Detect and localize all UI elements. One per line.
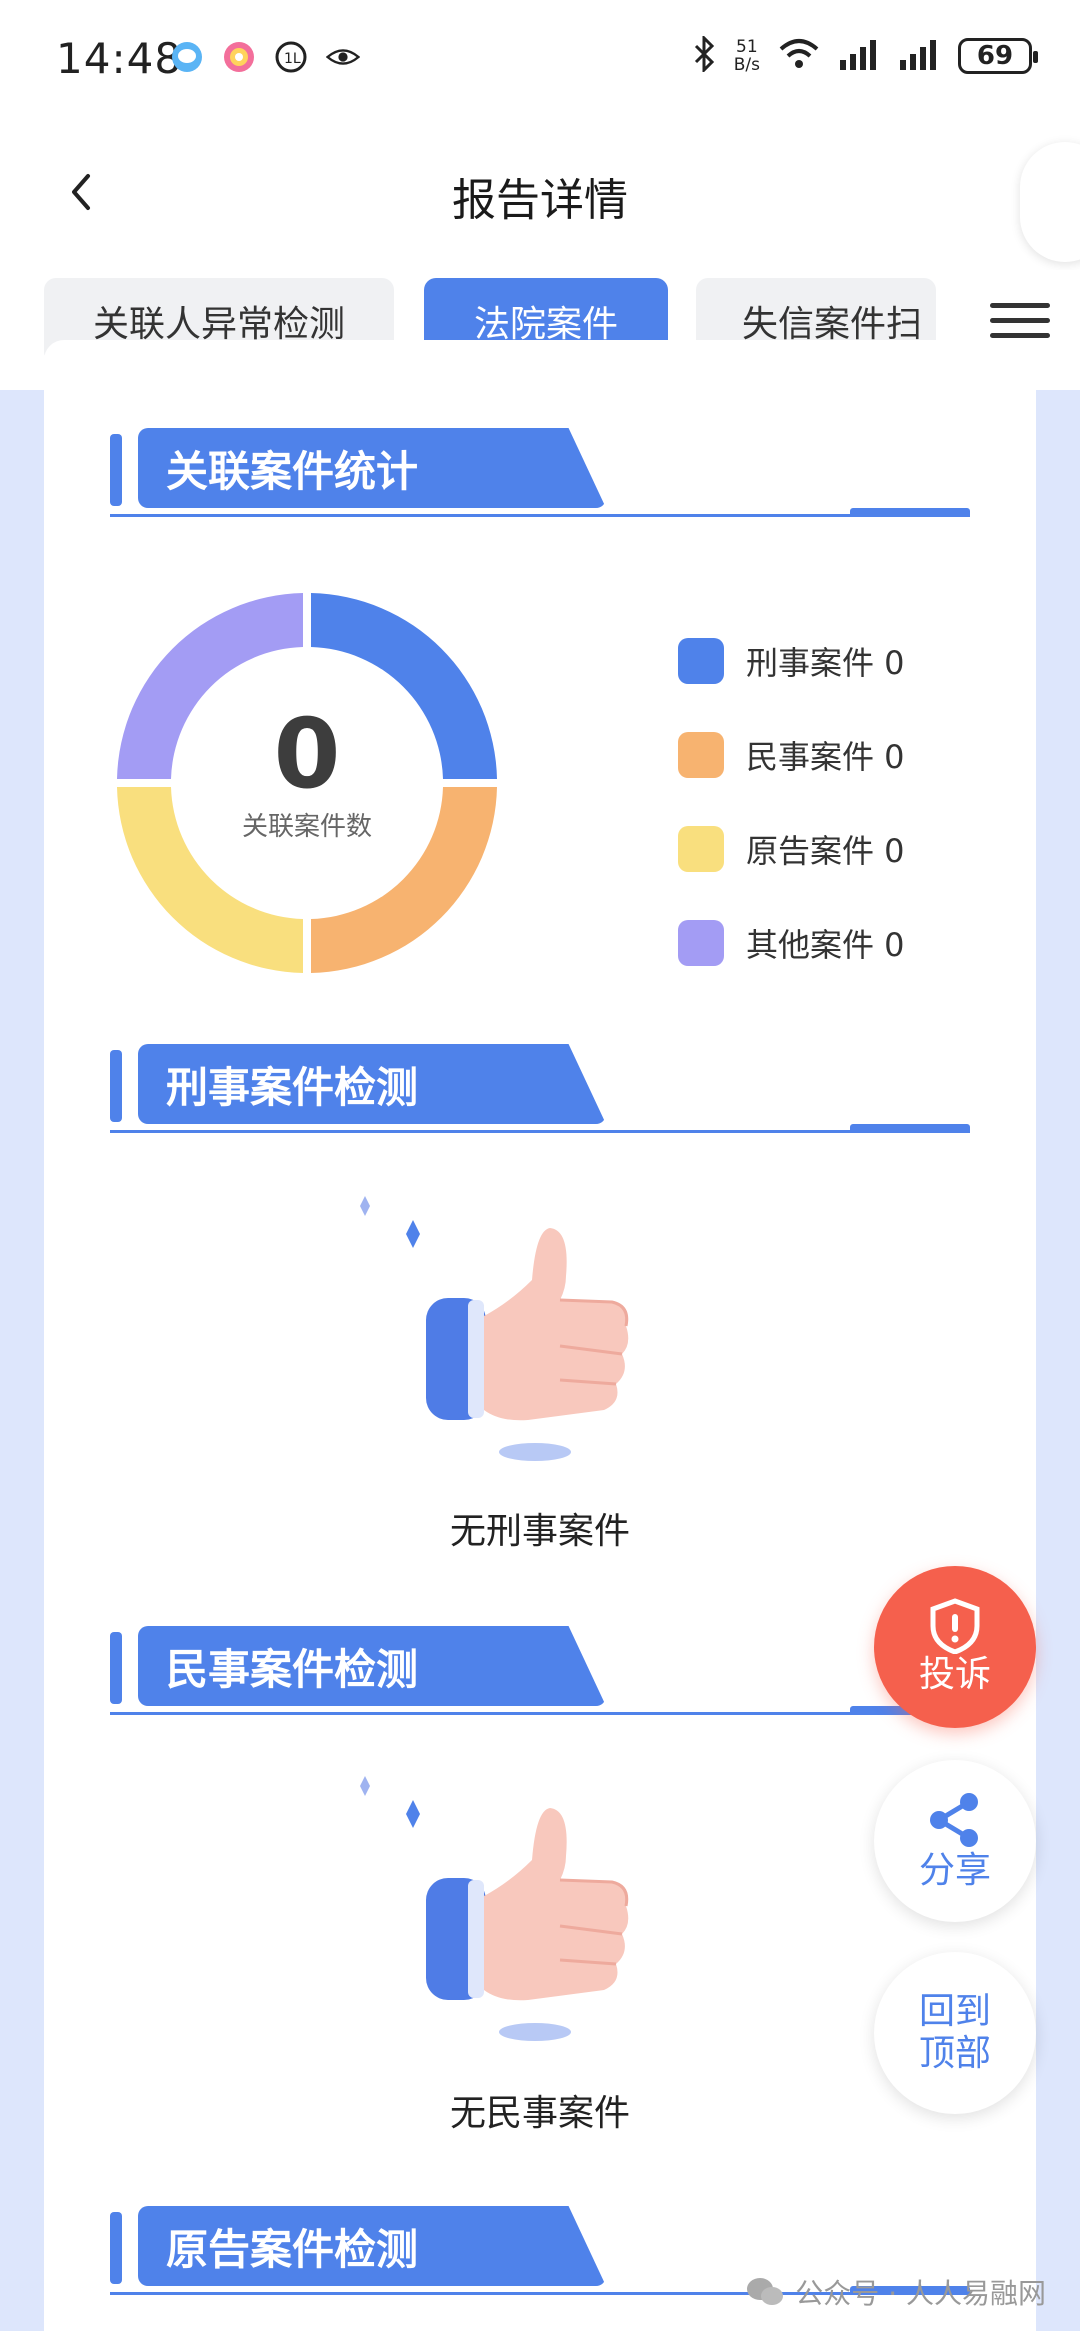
legend-item-criminal: 刑事案件 0 (678, 614, 978, 708)
section-header-criminal: 刑事案件检测 (110, 1044, 970, 1134)
section-title: 关联案件统计 (166, 447, 419, 496)
empty-criminal-text: 无刑事案件 (449, 1511, 630, 1552)
legend-item-plaintiff: 原告案件 0 (678, 802, 978, 896)
page-title: 报告详情 (452, 175, 628, 226)
section-title: 民事案件检测 (166, 1645, 419, 1694)
legend-swatch (678, 826, 724, 872)
thumbs-up-illustration (360, 1776, 660, 2041)
legend-swatch (678, 920, 724, 966)
status-bar: 14:48 1L 51 B/s 69 (0, 0, 1080, 120)
signal-icon-2 (898, 38, 940, 74)
section-title: 原告案件检测 (166, 2225, 419, 2274)
legend-swatch (678, 732, 724, 778)
legend-item-civil: 民事案件 0 (678, 708, 978, 802)
header: 报告详情 (0, 120, 1080, 270)
battery-indicator: 69 (958, 38, 1038, 74)
back-to-top-button[interactable]: 回到 顶部 (874, 1952, 1036, 2114)
net-speed: 51 B/s (733, 37, 760, 75)
chart-legend: 刑事案件 0 民事案件 0 原告案件 0 其他案件 0 (678, 614, 978, 990)
legend-item-other: 其他案件 0 (678, 896, 978, 990)
section-header-civil: 民事案件检测 (110, 1626, 970, 1716)
message-app-icon (170, 40, 204, 74)
eye-icon (326, 40, 360, 74)
bluetooth-icon (692, 34, 716, 76)
timer-app-icon: 1L (274, 40, 308, 74)
signal-icon (838, 38, 880, 74)
total-case-count: 0 (273, 698, 341, 810)
thumbs-up-illustration (360, 1196, 660, 1461)
svg-text:1L: 1L (284, 51, 301, 67)
status-right-icons: 51 B/s 69 (692, 34, 1038, 76)
wechat-icon (747, 2278, 784, 2305)
total-case-label: 关联案件数 (241, 812, 372, 842)
case-donut-chart: 0 关联案件数 (112, 588, 502, 978)
section-title: 刑事案件检测 (166, 1063, 419, 1112)
status-time: 14:48 (56, 34, 183, 83)
watermark: 公众号 · 人人易融网 (745, 2272, 1046, 2312)
share-button[interactable]: 分享 (874, 1760, 1036, 1922)
share-icon (930, 1793, 978, 1847)
shield-alert-icon (930, 1598, 980, 1654)
complaint-button[interactable]: 投诉 (874, 1566, 1036, 1728)
edge-floating-widget[interactable] (1020, 142, 1080, 262)
legend-swatch (678, 638, 724, 684)
section-header-summary: 关联案件统计 (110, 428, 970, 518)
colorful-app-icon (222, 40, 256, 74)
wifi-icon (778, 37, 820, 75)
notification-icons: 1L (170, 40, 360, 74)
